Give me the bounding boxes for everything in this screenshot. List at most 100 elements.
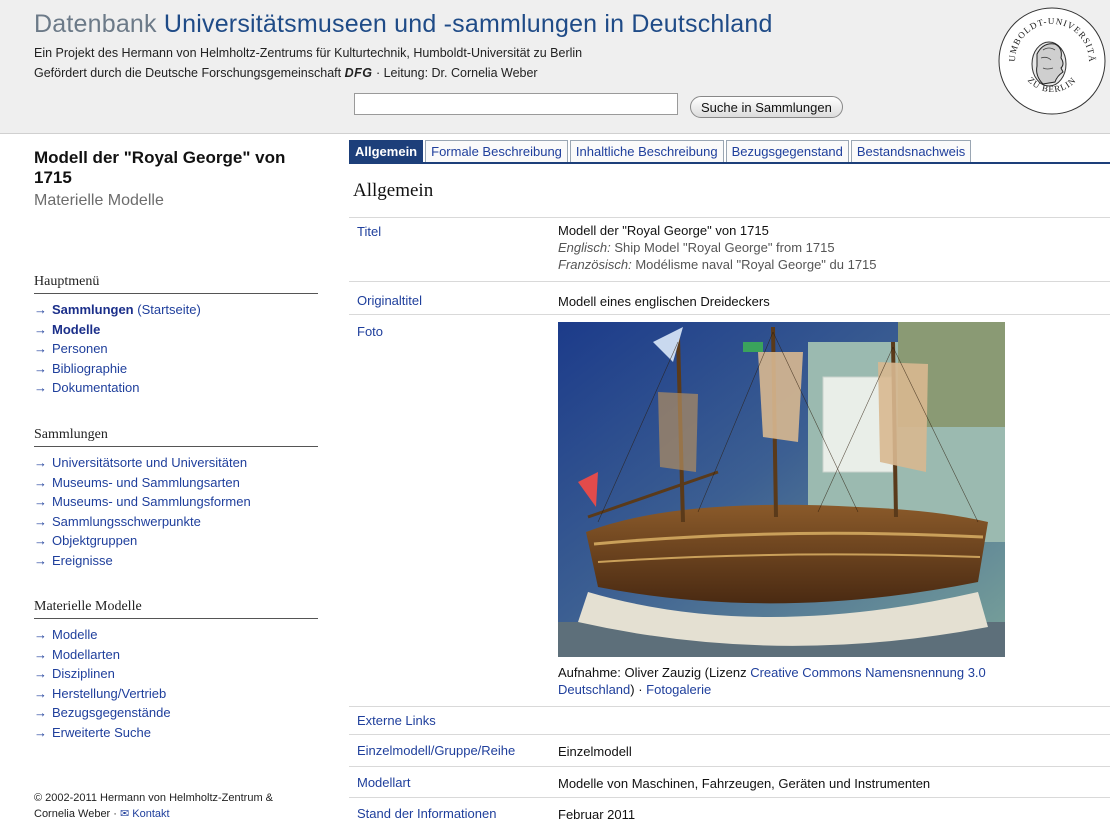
row-divider [349, 766, 1110, 767]
menu-link-sammlungsschwerpunkte[interactable]: Sammlungsschwerpunkte [52, 514, 201, 529]
menu-item-sammlungsformen[interactable]: → Museums- und Sammlungsformen [34, 492, 251, 512]
object-title: Modell der "Royal George" von 1715 [34, 148, 286, 187]
englisch-value: Ship Model "Royal George" from 1715 [610, 240, 835, 255]
tab-formale-beschreibung[interactable]: Formale Beschreibung [425, 140, 568, 162]
menu-item-erweiterte-suche[interactable]: → Erweiterte Suche [34, 723, 171, 743]
menu-link-sammlungsarten[interactable]: Museums- und Sammlungsarten [52, 475, 240, 490]
arrow-right-icon: → [34, 341, 47, 356]
value-stand: Februar 2011 [558, 807, 636, 822]
tab-underline [349, 162, 1110, 164]
titel-franzoesisch: Französisch: Modélisme naval "Royal Geor… [558, 256, 877, 273]
menu-link-modellarten[interactable]: Modellarten [52, 647, 120, 662]
sammlungen-list: → Universitätsorte und Universitäten → Mus… [34, 453, 251, 570]
arrow-right-icon: → [34, 494, 47, 509]
value-titel: Modell der "Royal George" von 1715 Engli… [558, 222, 877, 273]
dfg-logo: DFG [344, 66, 373, 80]
menu-item-sammlungen[interactable]: → Sammlungen (Startseite) [34, 300, 201, 320]
contact-label: Kontakt [132, 808, 170, 820]
menu-link-erweiterte-suche[interactable]: Erweiterte Suche [52, 725, 151, 740]
label-originaltitel: Originaltitel [357, 293, 423, 308]
menu-link-herstellung[interactable]: Herstellung/Vertrieb [52, 686, 166, 701]
arrow-right-icon: → [34, 533, 47, 548]
menu-item-ereignisse[interactable]: → Ereignisse [34, 551, 251, 571]
footer-copyright: © 2002-2011 Hermann von Helmholtz-Zentru… [34, 792, 274, 804]
tab-bezugsgegenstand[interactable]: Bezugsgegenstand [725, 140, 849, 162]
menu-item-dokumentation[interactable]: → Dokumentation [34, 378, 201, 398]
ship-model-photo[interactable] [558, 322, 1005, 657]
funding-line: Gefördert durch die Deutsche Forschungsg… [34, 66, 538, 80]
row-divider [349, 217, 1110, 218]
label-titel: Titel [357, 224, 382, 239]
menu-item-modelle[interactable]: → Modelle [34, 320, 201, 340]
search-button[interactable]: Suche in Sammlungen [690, 96, 843, 118]
tab-bar: Allgemein Formale Beschreibung Inhaltlic… [349, 140, 973, 163]
tab-allgemein[interactable]: Allgemein [349, 140, 424, 162]
menu-item-disziplinen[interactable]: → Disziplinen [34, 664, 171, 684]
label-modellart: Modellart [357, 775, 411, 790]
hauptmenu-heading: Hauptmenü [34, 274, 318, 294]
footer-line2: Cornelia Weber · ✉ Kontakt [34, 806, 273, 822]
menu-item-personen[interactable]: → Personen [34, 339, 201, 359]
menu-item-modelle-list[interactable]: → Modelle [34, 625, 171, 645]
menu-link-personen[interactable]: Personen [52, 341, 108, 356]
menu-item-bezugsgegenstaende[interactable]: → Bezugsgegenstände [34, 703, 171, 723]
franzoesisch-label: Französisch: [558, 257, 632, 272]
row-divider [349, 797, 1110, 798]
sammlungen-heading: Sammlungen [34, 427, 318, 447]
menu-link-modelle[interactable]: Modelle [52, 322, 100, 337]
arrow-right-icon: → [34, 666, 47, 681]
funding-text: Gefördert durch die Deutsche Forschungsg… [34, 66, 345, 80]
titel-englisch: Englisch: Ship Model "Royal George" from… [558, 239, 877, 256]
menu-link-modelle-list[interactable]: Modelle [52, 627, 98, 642]
label-einzelmodell: Einzelmodell/Gruppe/Reihe [357, 743, 516, 758]
arrow-right-icon: → [34, 724, 47, 740]
contact-link[interactable]: ✉ Kontakt [120, 808, 170, 820]
menu-item-modellarten[interactable]: → Modellarten [34, 645, 171, 665]
menu-link-bezugsgegenstaende[interactable]: Bezugsgegenstände [52, 705, 171, 720]
menu-link-ereignisse[interactable]: Ereignisse [52, 553, 113, 568]
arrow-right-icon: → [34, 474, 47, 490]
site-header: Datenbank Universitätsmuseen und -sammlu… [0, 0, 1110, 134]
menu-item-herstellung[interactable]: → Herstellung/Vertrieb [34, 684, 171, 704]
menu-link-sammlungen[interactable]: Sammlungen [52, 302, 134, 317]
tab-bestandsnachweis[interactable]: Bestandsnachweis [850, 140, 972, 162]
menu-item-bibliographie[interactable]: → Bibliographie [34, 359, 201, 379]
menu-item-sammlungsarten[interactable]: → Museums- und Sammlungsarten [34, 473, 251, 493]
fotogalerie-link[interactable]: Fotogalerie [646, 682, 711, 697]
sidebar: Modell der "Royal George" von 1715 Mater… [0, 134, 318, 827]
object-category: Materielle Modelle [34, 192, 164, 209]
row-divider [349, 314, 1110, 315]
menu-link-universitaetsorte[interactable]: Universitätsorte und Universitäten [52, 455, 247, 470]
footer-author: Cornelia Weber · [34, 808, 120, 820]
menu-link-bibliographie[interactable]: Bibliographie [52, 361, 127, 376]
hauptmenu-list: → Sammlungen (Startseite) → Modelle → Perso… [34, 300, 201, 398]
label-stand: Stand der Informationen [357, 806, 497, 821]
menu-item-universitaetsorte[interactable]: → Universitätsorte und Universitäten [34, 453, 251, 473]
license-link[interactable]: Creative Commons Namensnennung 3.0 [750, 665, 986, 680]
search-input[interactable] [354, 93, 678, 115]
menu-item-sammlungsschwerpunkte[interactable]: → Sammlungsschwerpunkte [34, 512, 251, 532]
arrow-right-icon: → [34, 360, 47, 376]
arrow-right-icon: → [34, 513, 47, 529]
arrow-right-icon: → [34, 627, 47, 642]
project-line: Ein Projekt des Hermann von Helmholtz-Ze… [34, 46, 583, 60]
arrow-right-icon: → [34, 646, 47, 662]
photo-caption: Aufnahme: Oliver Zauzig (Lizenz Creative… [558, 664, 1038, 698]
label-externe-links: Externe Links [357, 713, 436, 728]
menu-link-sammlungsformen[interactable]: Museums- und Sammlungsformen [52, 494, 251, 509]
arrow-right-icon: → [34, 552, 47, 568]
value-modellart: Modelle von Maschinen, Fahrzeugen, Gerät… [558, 776, 931, 791]
row-divider [349, 706, 1110, 707]
menu-link-disziplinen[interactable]: Disziplinen [52, 666, 115, 681]
menu-link-dokumentation[interactable]: Dokumentation [52, 380, 139, 395]
menu-link-objektgruppen[interactable]: Objektgruppen [52, 533, 137, 548]
englisch-label: Englisch: [558, 240, 611, 255]
tab-inhaltliche-beschreibung[interactable]: Inhaltliche Beschreibung [569, 140, 724, 162]
license-link-country[interactable]: Deutschland [558, 682, 630, 697]
menu-item-objektgruppen[interactable]: → Objektgruppen [34, 531, 251, 551]
arrow-right-icon: → [34, 380, 47, 395]
value-originaltitel: Modell eines englischen Dreideckers [558, 294, 770, 309]
caption-separator: ) · [630, 682, 647, 697]
mail-icon: ✉ [120, 808, 130, 820]
site-title[interactable]: Datenbank Universitätsmuseen und -sammlu… [34, 10, 773, 39]
